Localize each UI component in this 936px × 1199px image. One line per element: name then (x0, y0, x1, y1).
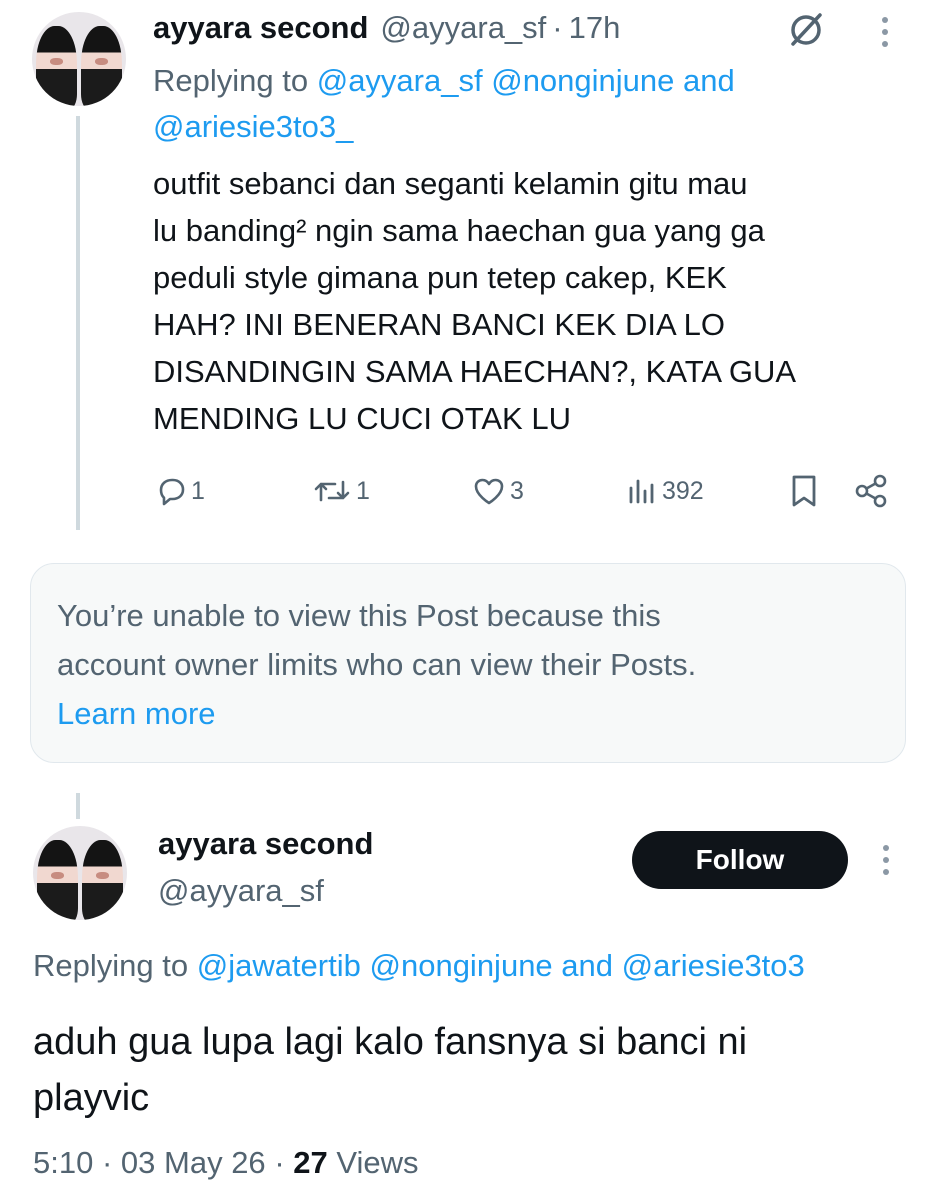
reply-icon (155, 475, 187, 507)
tweet-text-line: HAH? INI BENERAN BANCI KEK DIA LO (153, 307, 725, 342)
replying-to: Replying to @ayyara_sf @nonginjune and @… (153, 58, 913, 150)
mention-link[interactable]: @ayyara_sf (317, 63, 483, 98)
learn-more-link[interactable]: Learn more (57, 689, 696, 738)
repost-button[interactable]: 1 (312, 472, 370, 510)
like-button[interactable]: 3 (472, 472, 524, 510)
separator: · (552, 10, 563, 45)
tweet-text-line: peduli style gimana pun tetep cakep, KEK (153, 260, 727, 295)
views-count[interactable]: 27 (293, 1145, 327, 1180)
mention-link[interactable]: @nonginjune (491, 63, 674, 98)
separator: · (101, 1145, 113, 1180)
reply-button[interactable]: 1 (155, 472, 205, 510)
tweet-text-line: aduh gua lupa lagi kalo fansnya si banci… (33, 1021, 748, 1063)
more-icon[interactable] (875, 14, 895, 50)
notice-line: You’re unable to view this Post because … (57, 598, 661, 633)
mention-and[interactable]: and (561, 948, 613, 983)
user-handle[interactable]: @ayyara_sf (380, 10, 546, 46)
like-icon (472, 475, 506, 507)
repost-count: 1 (356, 476, 370, 505)
tweet-date[interactable]: 03 May 26 (121, 1145, 266, 1180)
avatar[interactable] (32, 12, 126, 106)
views-label: Views (336, 1145, 419, 1180)
replying-prefix: Replying to (33, 948, 189, 983)
thread-line (76, 116, 80, 530)
tweet-text-line: MENDING LU CUCI OTAK LU (153, 401, 571, 436)
mention-and[interactable]: and (683, 63, 735, 98)
mention-link[interactable]: @jawatertib (197, 948, 361, 983)
replying-prefix: Replying to (153, 63, 309, 98)
grok-icon[interactable] (784, 8, 828, 52)
tweet-text-line: outfit sebanci dan seganti kelamin gitu … (153, 166, 748, 201)
display-name[interactable]: ayyara second (153, 10, 368, 46)
timestamp[interactable]: 17h (569, 10, 621, 46)
mention-link[interactable]: @ariesie3to3 (622, 948, 805, 983)
mention-link[interactable]: @nonginjune (370, 948, 553, 983)
display-name[interactable]: ayyara second (158, 826, 373, 862)
avatar-figure-left (35, 26, 78, 106)
tweet-text: outfit sebanci dan seganti kelamin gitu … (153, 160, 913, 442)
notice-line: account owner limits who can view their … (57, 647, 697, 682)
notice-text: You’re unable to view this Post because … (57, 591, 696, 738)
thread-line (76, 793, 80, 819)
avatar-figure-left (36, 840, 79, 920)
separator: · (274, 1145, 285, 1180)
reply-count: 1 (191, 476, 205, 505)
replying-to: Replying to @jawatertib @nonginjune and … (33, 946, 936, 986)
avatar-figure-right (80, 26, 123, 106)
tweet-text: aduh gua lupa lagi kalo fansnya si banci… (33, 1014, 913, 1126)
tweet-time[interactable]: 5:10 (33, 1145, 93, 1180)
user-handle[interactable]: @ayyara_sf (158, 873, 324, 909)
tweet-text-line: DISANDINGIN SAMA HAECHAN?, KATA GUA (153, 354, 797, 389)
follow-button[interactable]: Follow (632, 831, 848, 889)
unavailable-post-notice: You’re unable to view this Post because … (30, 563, 906, 763)
tweet-text-line: lu banding² ngin sama haechan gua yang g… (153, 213, 765, 248)
repost-icon (312, 475, 352, 507)
views-count: 392 (662, 476, 704, 505)
mention-link[interactable]: @ariesie3to3_ (153, 109, 353, 144)
views-icon (626, 475, 658, 507)
like-count: 3 (510, 476, 524, 505)
avatar[interactable] (33, 826, 127, 920)
views-button[interactable]: 392 (626, 472, 704, 510)
tweet-meta: 5:10 · 03 May 26 · 27 Views (33, 1143, 419, 1183)
share-icon[interactable] (853, 473, 889, 509)
bookmark-icon[interactable] (787, 473, 821, 509)
tweet-header: ayyara second @ayyara_sf · 17h (153, 8, 620, 48)
more-icon[interactable] (876, 842, 896, 878)
tweet-text-line: playvic (33, 1077, 150, 1119)
avatar-figure-right (81, 840, 124, 920)
